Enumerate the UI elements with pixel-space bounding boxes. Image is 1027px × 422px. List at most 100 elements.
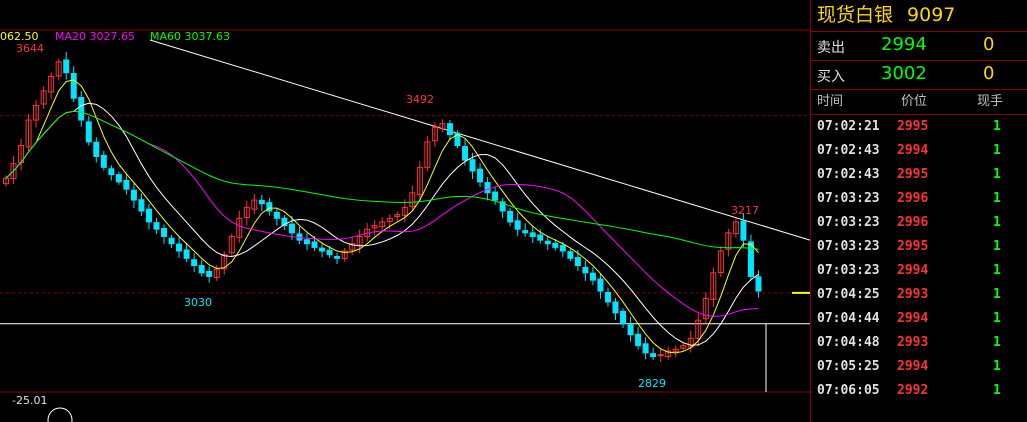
candlestick-chart[interactable]: 062.50 MA20 3027.65 MA60 3037.63 3644 3492 30… [0,0,810,422]
col-price-header: 价位 [901,94,928,109]
candle-body [446,123,453,136]
tick-time: 07:04:44 [817,311,880,326]
annotation-peak-3217: 3217 [731,204,759,217]
tick-price: 2995 [897,119,929,134]
candle-body [635,333,642,347]
tick-row: 07:03:23 2996 1 [811,211,1027,235]
oscillator-value: -25.01 [12,394,47,407]
sell-volume: 0 [983,34,995,55]
candle-body [78,96,85,121]
tick-time: 07:04:48 [817,335,880,350]
tick-volume: 1 [993,215,1001,230]
tick-volume: 1 [993,143,1001,158]
tick-time: 07:03:23 [817,215,880,230]
tick-row: 07:04:25 2993 1 [811,283,1027,307]
tick-list[interactable]: 07:02:21 2995 1 07:02:43 2994 1 07:02:43 2995 1 0… [811,115,1027,403]
candle-body [522,230,529,234]
candle-body [747,241,754,277]
tick-volume: 1 [993,191,1001,206]
col-time-header: 时间 [817,94,844,109]
candle-body [582,266,589,274]
tick-price: 2993 [897,287,929,302]
candle-body [597,278,604,292]
annotation-peak-3492: 3492 [406,93,434,106]
tick-time: 07:04:25 [817,287,880,302]
tick-time: 07:03:23 [817,263,880,278]
candle-body [191,259,198,267]
candle-body [326,249,333,256]
candle-body [627,324,634,336]
candle-body [303,239,310,245]
candle-body [650,353,657,358]
ma20-line [5,110,759,317]
tick-time: 07:02:43 [817,143,880,158]
candle-body [161,227,168,237]
tick-price: 2993 [897,335,929,350]
sell-price: 2994 [881,34,927,55]
tick-row: 07:02:43 2994 1 [811,139,1027,163]
annotation-high-3644: 3644 [16,42,44,55]
ticks-header: 时间 价位 现手 [811,90,1027,115]
instrument-name: 现货白银 [817,4,894,26]
tick-row: 07:02:21 2995 1 [811,115,1027,139]
candle-body [168,237,175,245]
candle-body [469,159,476,172]
candle-body [100,154,107,168]
candle-body [334,255,341,259]
candle-body [620,310,627,325]
candle-body [138,199,145,212]
tick-volume: 1 [993,287,1001,302]
tick-time: 07:03:23 [817,191,880,206]
candle-body [604,291,611,303]
candle-body [477,168,484,183]
candle-body [206,270,213,277]
candle-body [567,251,574,259]
candle-body [85,121,92,143]
tick-price: 2996 [897,215,929,230]
tick-volume: 1 [993,311,1001,326]
candle-body [589,272,596,281]
candle-body [612,301,619,314]
candle-body [273,211,280,219]
candle-body [176,243,183,252]
candle-body [755,276,762,292]
candle-body [258,199,265,205]
candle-body [559,245,566,252]
tick-row: 07:03:23 2996 1 [811,187,1027,211]
tick-row: 07:06:05 2992 1 [811,379,1027,403]
buy-volume: 0 [983,63,995,84]
candle-body [123,179,130,190]
buy-price: 3002 [881,63,927,84]
tick-volume: 1 [993,119,1001,134]
tick-time: 07:06:05 [817,383,880,398]
candle-body [537,234,544,241]
tick-row: 07:03:23 2995 1 [811,235,1027,259]
candle-body [492,191,499,201]
instrument-title: 现货白银 9097 [811,0,1027,32]
candle-body [311,241,318,248]
candle-body [108,168,115,176]
candle-body [319,247,326,252]
candle-body [198,265,205,274]
tick-volume: 1 [993,383,1001,398]
candle-body [552,242,559,248]
candle-body [507,210,514,223]
candle-body [63,59,70,74]
col-volume-header: 现手 [977,94,1004,109]
buy-quote-row: 买入 3002 0 [811,61,1027,90]
candle-body [145,208,152,223]
tick-volume: 1 [993,239,1001,254]
tick-price: 2994 [897,359,929,374]
tick-price: 2994 [897,311,929,326]
candle-body [544,240,551,245]
candle-body [529,232,536,237]
instrument-code: 9097 [907,4,956,26]
tick-time: 07:02:43 [817,167,880,182]
candle-body [70,72,77,99]
sell-quote-row: 卖出 2994 0 [811,32,1027,61]
tick-volume: 1 [993,167,1001,182]
quote-panel: 现货白银 9097 卖出 2994 0 买入 3002 0 时间 价位 现手 07… [810,0,1027,422]
tick-row: 07:04:44 2994 1 [811,307,1027,331]
candle-body [115,174,122,183]
chart-canvas[interactable]: 062.50 MA20 3027.65 MA60 3037.633644349230… [0,0,810,422]
